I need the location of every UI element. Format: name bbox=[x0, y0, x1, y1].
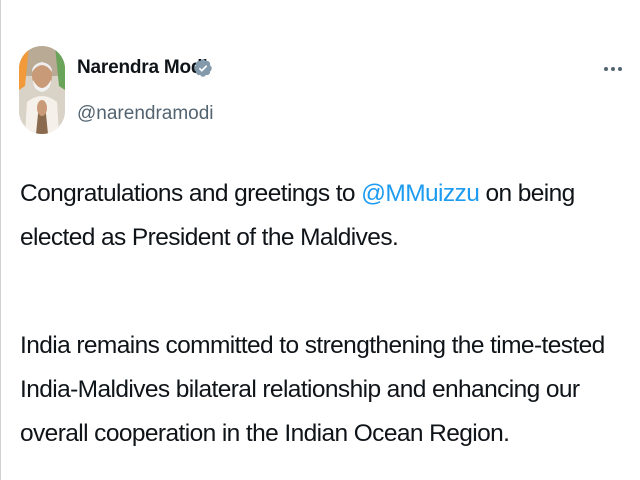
mention-link[interactable]: @MMuizzu bbox=[361, 180, 480, 207]
verified-badge-icon bbox=[194, 59, 212, 77]
paragraph-1-before: Congratulations and greetings to bbox=[20, 180, 362, 207]
tweet-text: Congratulations and greetings to @MMuizz… bbox=[20, 172, 632, 456]
tweet-paragraph-2: India remains committed to strengthening… bbox=[20, 332, 605, 447]
tweet-card: Narendra Modi @narendramodi Congratulati… bbox=[0, 0, 640, 480]
more-options-icon bbox=[604, 67, 622, 71]
avatar-image bbox=[19, 46, 65, 134]
author-handle[interactable]: @narendramodi bbox=[77, 102, 214, 126]
more-options-button[interactable] bbox=[599, 58, 627, 80]
tweet-paragraph-1: Congratulations and greetings to @MMuizz… bbox=[20, 172, 632, 260]
avatar[interactable] bbox=[19, 46, 65, 134]
author-name[interactable]: Narendra Modi bbox=[77, 56, 208, 80]
